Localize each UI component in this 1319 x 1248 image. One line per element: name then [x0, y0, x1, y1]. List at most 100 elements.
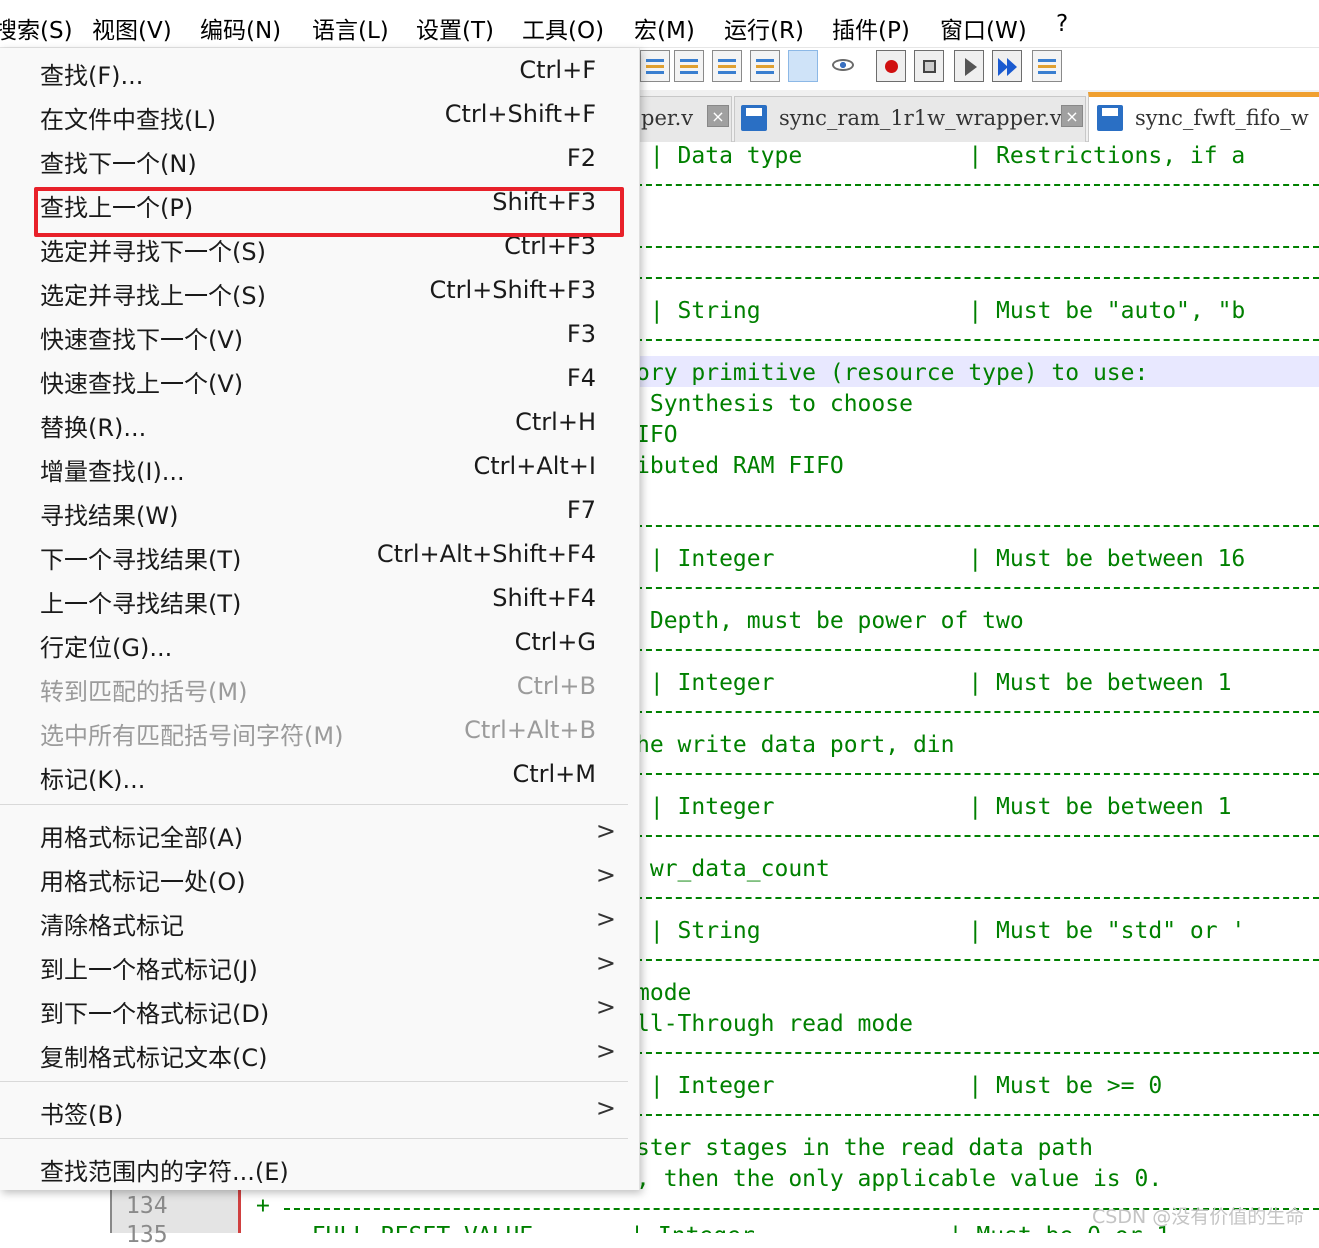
toolbar-clone-icon[interactable]: [712, 50, 742, 82]
toolbar-monitor-icon[interactable]: [828, 50, 858, 82]
menu-item-label: 寻找结果(W): [40, 502, 179, 530]
macro-record-icon[interactable]: [876, 50, 906, 82]
menu-view[interactable]: 视图(V): [92, 11, 172, 45]
menu-item-find-next[interactable]: 查找下一个(N) F2: [0, 138, 640, 182]
menu-item-shortcut: Ctrl+M: [512, 760, 596, 788]
code-line: wr_data_count: [636, 856, 830, 882]
tab-label: per.v: [641, 106, 694, 130]
tab-sync-fwft-fifo[interactable]: sync_fwft_fifo_w: [1088, 92, 1319, 142]
menu-item-label: 复制格式标记文本(C): [40, 1044, 268, 1072]
toolbar-wrap-icon[interactable]: [640, 50, 670, 82]
watermark: CSDN @没有价值的生命: [1092, 1206, 1305, 1228]
submenu-arrow-icon: >: [595, 905, 616, 933]
menu-item-incremental-search[interactable]: 增量查找(I)... Ctrl+Alt+I: [0, 446, 640, 490]
tab-label: sync_fwft_fifo_w: [1135, 106, 1309, 130]
menu-help[interactable]: ?: [1056, 11, 1068, 37]
menu-item-find-in-files[interactable]: 在文件中查找(L) Ctrl+Shift+F: [0, 94, 640, 138]
menu-item-label: 到下一个格式标记(D): [40, 1000, 270, 1028]
tab-bar: per.v × sync_ram_1r1w_wrapper.v × sync_f…: [636, 90, 1319, 142]
menu-item-style-one-token[interactable]: 用格式标记一处(O) >: [0, 856, 640, 900]
menu-item-shortcut: Ctrl+Shift+F3: [429, 276, 596, 304]
comment-divider: [636, 339, 1319, 341]
menu-language[interactable]: 语言(L): [312, 11, 389, 45]
menu-separator: [0, 804, 628, 805]
tab-per-v[interactable]: per.v ×: [636, 96, 732, 142]
macro-run-multiple-icon[interactable]: [992, 50, 1022, 82]
menu-item-label: 替换(R)...: [40, 414, 147, 442]
menu-item-mark[interactable]: 标记(K)... Ctrl+M: [0, 754, 640, 798]
menu-item-label: 到上一个格式标记(J): [40, 956, 258, 984]
menu-item-label: 选定并寻找上一个(S): [40, 282, 266, 310]
menu-item-shortcut: Ctrl+Alt+Shift+F4: [376, 540, 596, 568]
code-line: | Integer | Must be between 16: [636, 546, 1246, 572]
menu-item-find-chars-in-range[interactable]: 查找范围内的字符...(E): [0, 1146, 640, 1190]
menu-item-replace[interactable]: 替换(R)... Ctrl+H: [0, 402, 640, 446]
close-icon[interactable]: ×: [707, 105, 729, 127]
submenu-arrow-icon: >: [595, 1037, 616, 1065]
menu-item-shortcut: Shift+F4: [492, 584, 596, 612]
submenu-arrow-icon: >: [595, 993, 616, 1021]
menu-item-search-results[interactable]: 寻找结果(W) F7: [0, 490, 640, 534]
fold-plus: +: [256, 1193, 270, 1219]
menu-item-find[interactable]: 查找(F)... Ctrl+F: [0, 50, 640, 94]
menu-item-shortcut: Ctrl+Alt+I: [473, 452, 597, 480]
close-icon[interactable]: ×: [1061, 105, 1083, 127]
menu-item-previous-search-result[interactable]: 上一个寻找结果(T) Shift+F4: [0, 578, 640, 622]
menu-tools[interactable]: 工具(O): [522, 11, 604, 45]
menu-item-label: 书签(B): [40, 1101, 124, 1129]
menu-plugins[interactable]: 插件(P): [832, 11, 910, 45]
disk-icon: [1097, 105, 1123, 131]
menu-item-label: 在文件中查找(L): [40, 106, 217, 134]
menu-item-shortcut: Ctrl+G: [514, 628, 596, 656]
menu-encoding[interactable]: 编码(N): [200, 11, 281, 45]
code-line: mode: [636, 980, 692, 1006]
menu-run[interactable]: 运行(R): [724, 11, 804, 45]
comment-divider: [636, 587, 1319, 589]
code-line: | String | Must be "auto", "b: [636, 298, 1246, 324]
menu-separator: [0, 1138, 628, 1139]
menu-item-jump-up-style[interactable]: 到上一个格式标记(J) >: [0, 944, 640, 988]
toolbar-folder-icon[interactable]: [788, 50, 818, 82]
toolbar-function-list-icon[interactable]: [750, 50, 780, 82]
menu-item-quick-find-previous[interactable]: 快速查找上一个(V) F4: [0, 358, 640, 402]
code-line: ibuted RAM FIFO: [636, 453, 844, 479]
menu-item-goto-line[interactable]: 行定位(G)... Ctrl+G: [0, 622, 640, 666]
menu-item-style-all-occurrences[interactable]: 用格式标记全部(A) >: [0, 812, 640, 856]
menu-item-shortcut: Ctrl+H: [515, 408, 596, 436]
comment-divider: [636, 835, 1319, 837]
macro-play-icon[interactable]: [954, 50, 984, 82]
menu-item-shortcut: F2: [566, 144, 596, 172]
toolbar-map-icon[interactable]: [674, 50, 704, 82]
menu-item-label: 快速查找下一个(V): [40, 326, 244, 354]
submenu-arrow-icon: >: [595, 949, 616, 977]
menu-item-quick-find-next[interactable]: 快速查找下一个(V) F3: [0, 314, 640, 358]
menu-item-copy-styled-text[interactable]: 复制格式标记文本(C) >: [0, 1032, 640, 1076]
menu-item-label: 清除格式标记: [40, 912, 184, 940]
menu-item-next-search-result[interactable]: 下一个寻找结果(T) Ctrl+Alt+Shift+F4: [0, 534, 640, 578]
comment-divider: [636, 246, 1319, 248]
disk-icon: [741, 105, 767, 131]
tab-sync-ram-wrapper[interactable]: sync_ram_1r1w_wrapper.v ×: [734, 96, 1086, 142]
menu-item-bookmark[interactable]: 书签(B) >: [0, 1089, 640, 1133]
code-line: | String | Must be "std" or ': [636, 918, 1246, 944]
code-line: | Data type | Restrictions, if a: [636, 143, 1246, 169]
submenu-arrow-icon: >: [595, 1094, 616, 1122]
code-line: ll-Through read mode: [636, 1011, 913, 1037]
macro-save-icon[interactable]: [1032, 50, 1062, 82]
menu-item-select-find-previous[interactable]: 选定并寻找上一个(S) Ctrl+Shift+F3: [0, 270, 640, 314]
fold-margin-line: [238, 1190, 241, 1233]
code-line: | Integer | Must be between 1: [636, 670, 1232, 696]
menu-settings[interactable]: 设置(T): [416, 11, 494, 45]
menu-item-clear-style[interactable]: 清除格式标记 >: [0, 900, 640, 944]
menu-item-shortcut: F7: [566, 496, 596, 524]
menu-item-jump-down-style[interactable]: 到下一个格式标记(D) >: [0, 988, 640, 1032]
menu-item-label: 行定位(G)...: [40, 634, 173, 662]
menu-search[interactable]: 搜索(S): [0, 11, 73, 45]
menu-window[interactable]: 窗口(W): [940, 11, 1027, 45]
code-editor[interactable]: | Data type | Restrictions, if a | Strin…: [636, 142, 1319, 1233]
menu-item-label: 选中所有匹配括号间字符(M): [40, 722, 344, 750]
macro-stop-icon[interactable]: [914, 50, 944, 82]
line-number: 134: [126, 1193, 168, 1219]
menu-macro[interactable]: 宏(M): [634, 11, 695, 45]
comment-divider: [636, 897, 1319, 899]
